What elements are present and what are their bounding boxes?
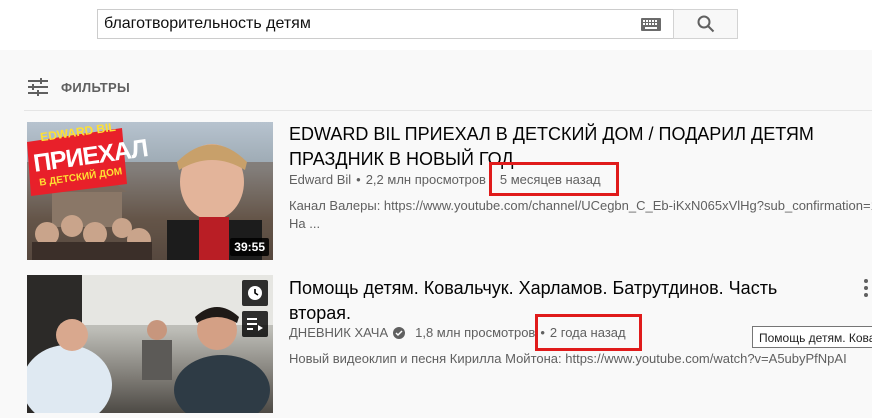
search-icon <box>697 15 714 33</box>
channel-name[interactable]: Edward Bil <box>289 172 351 187</box>
filters-label: ФИЛЬТРЫ <box>61 79 131 95</box>
search-button[interactable] <box>673 9 738 39</box>
thumbnail-art <box>27 275 273 413</box>
divider <box>24 110 872 111</box>
search-box <box>97 9 674 39</box>
keyboard-icon[interactable] <box>641 18 661 31</box>
queue-icon <box>247 318 263 331</box>
video-thumbnail[interactable]: EDWARD BIL ПРИЕХАЛ В ДЕТСКИЙ ДОМ 39:55 <box>27 122 273 260</box>
separator-dot: • <box>356 172 361 187</box>
filters-icon <box>28 78 48 96</box>
video-duration: 39:55 <box>230 238 269 256</box>
highlight-box <box>535 314 642 351</box>
search-input[interactable] <box>104 10 624 38</box>
add-to-queue-button[interactable] <box>242 311 268 337</box>
title-tooltip: Помощь детям. Кова <box>752 326 872 348</box>
view-count: 2,2 млн просмотров <box>365 172 486 187</box>
clock-icon <box>248 286 262 300</box>
verified-icon <box>393 326 406 339</box>
video-description: Канал Валеры: https://www.youtube.com/ch… <box>289 198 872 213</box>
video-description-more: На ... <box>289 216 321 231</box>
watch-later-button[interactable] <box>242 280 268 306</box>
video-description: Новый видеоклип и песня Кирилла Мойтона:… <box>289 351 847 366</box>
channel-name[interactable]: ДНЕВНИК ХАЧА <box>289 325 388 340</box>
masthead <box>0 0 872 50</box>
view-count: 1,8 млн просмотров <box>415 325 536 340</box>
video-thumbnail[interactable] <box>27 275 273 413</box>
more-actions-icon[interactable] <box>862 278 870 298</box>
highlight-box <box>489 162 619 196</box>
filters-toggle[interactable]: ФИЛЬТРЫ <box>27 75 130 99</box>
